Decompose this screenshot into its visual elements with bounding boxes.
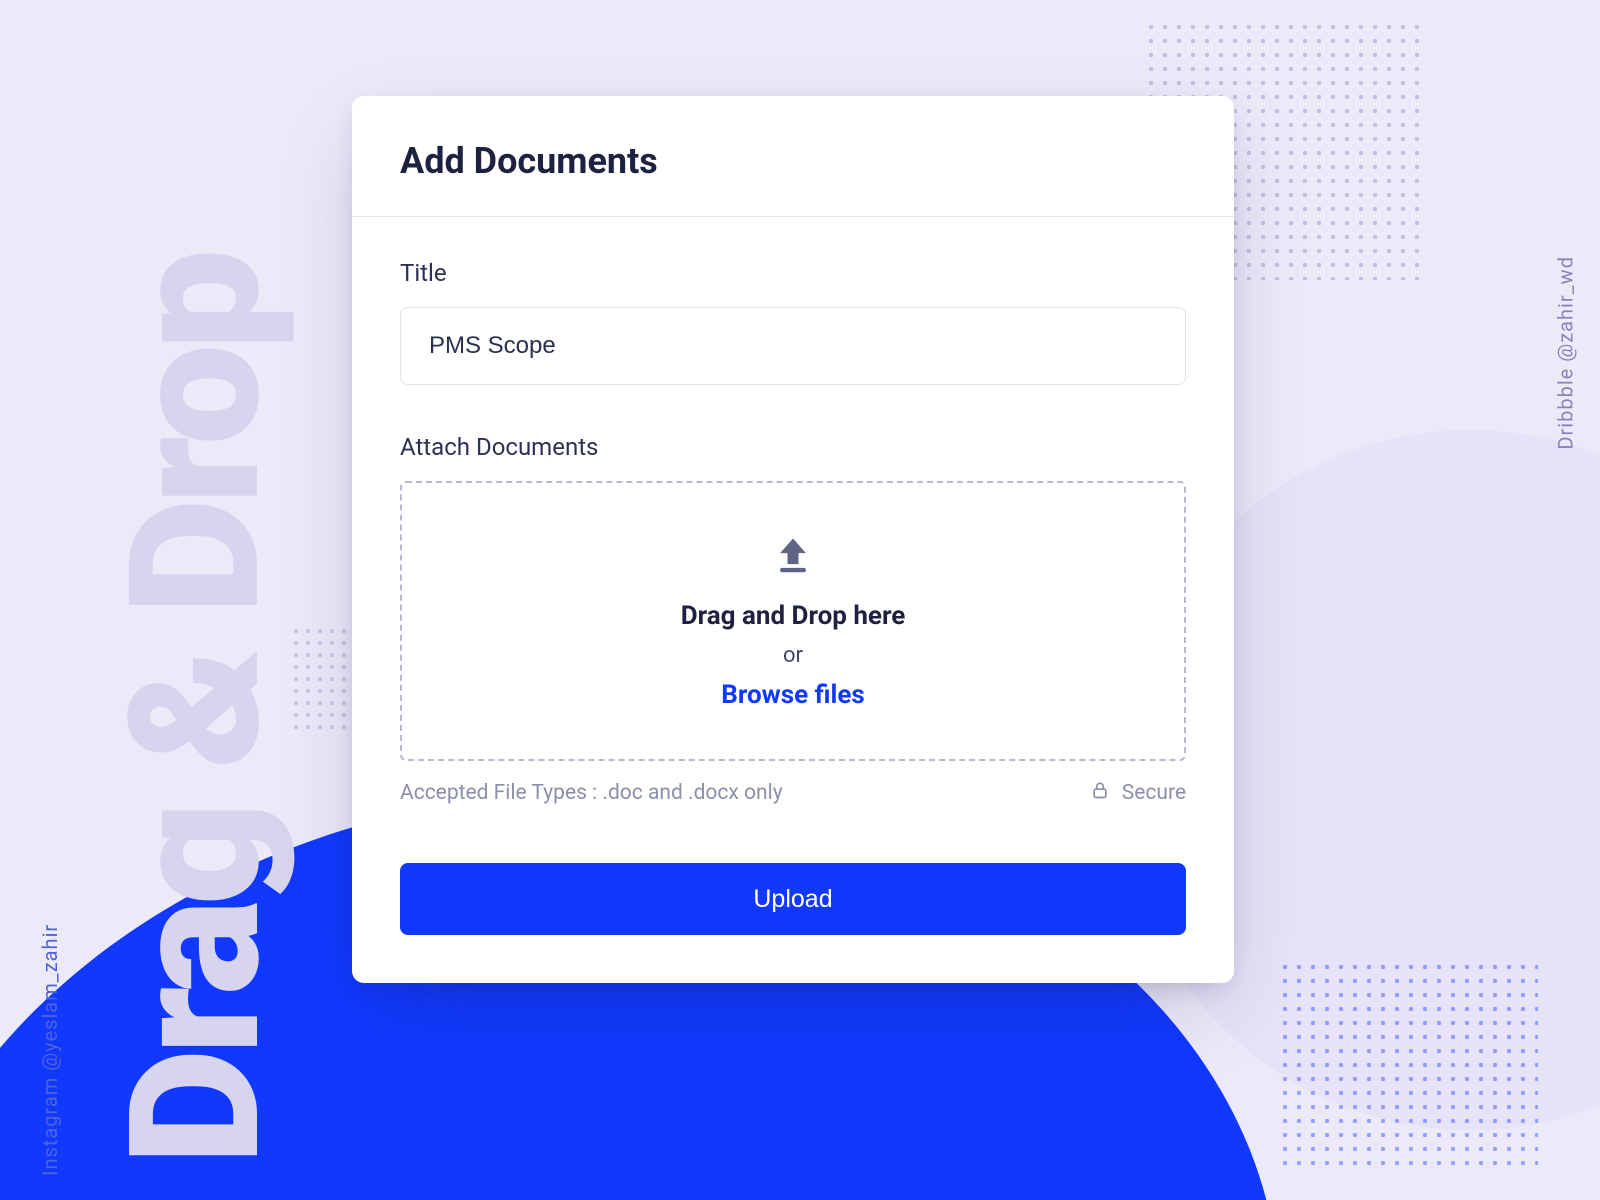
upload-icon: [771, 533, 815, 581]
hint-row: Accepted File Types : .doc and .docx onl…: [400, 779, 1186, 807]
title-input[interactable]: [400, 307, 1186, 385]
credit-dribbble: Dribbble @zahir_wd: [1554, 256, 1578, 450]
attach-label: Attach Documents: [400, 433, 1186, 461]
credit-instagram: Instagram @yeslam_zahir: [38, 924, 62, 1176]
accepted-types-hint: Accepted File Types : .doc and .docx onl…: [400, 781, 783, 805]
dropzone-or-text: or: [783, 643, 803, 668]
dropzone-primary-text: Drag and Drop here: [681, 601, 906, 631]
card-body: Title Attach Documents Drag and Drop her…: [352, 217, 1234, 983]
add-documents-card: Add Documents Title Attach Documents Dra…: [352, 96, 1234, 983]
upload-button[interactable]: Upload: [400, 863, 1186, 935]
card-header: Add Documents: [352, 96, 1234, 217]
secure-label: Secure: [1122, 781, 1186, 805]
title-label: Title: [400, 259, 1186, 287]
dropzone[interactable]: Drag and Drop here or Browse files: [400, 481, 1186, 761]
bg-big-text: Drag & Drop: [90, 255, 301, 1165]
secure-indicator: Secure: [1090, 779, 1186, 807]
dot-grid-bottom-right: [1278, 960, 1538, 1170]
card-title: Add Documents: [400, 140, 1186, 182]
lock-icon: [1090, 779, 1110, 807]
browse-files-link[interactable]: Browse files: [721, 680, 865, 710]
